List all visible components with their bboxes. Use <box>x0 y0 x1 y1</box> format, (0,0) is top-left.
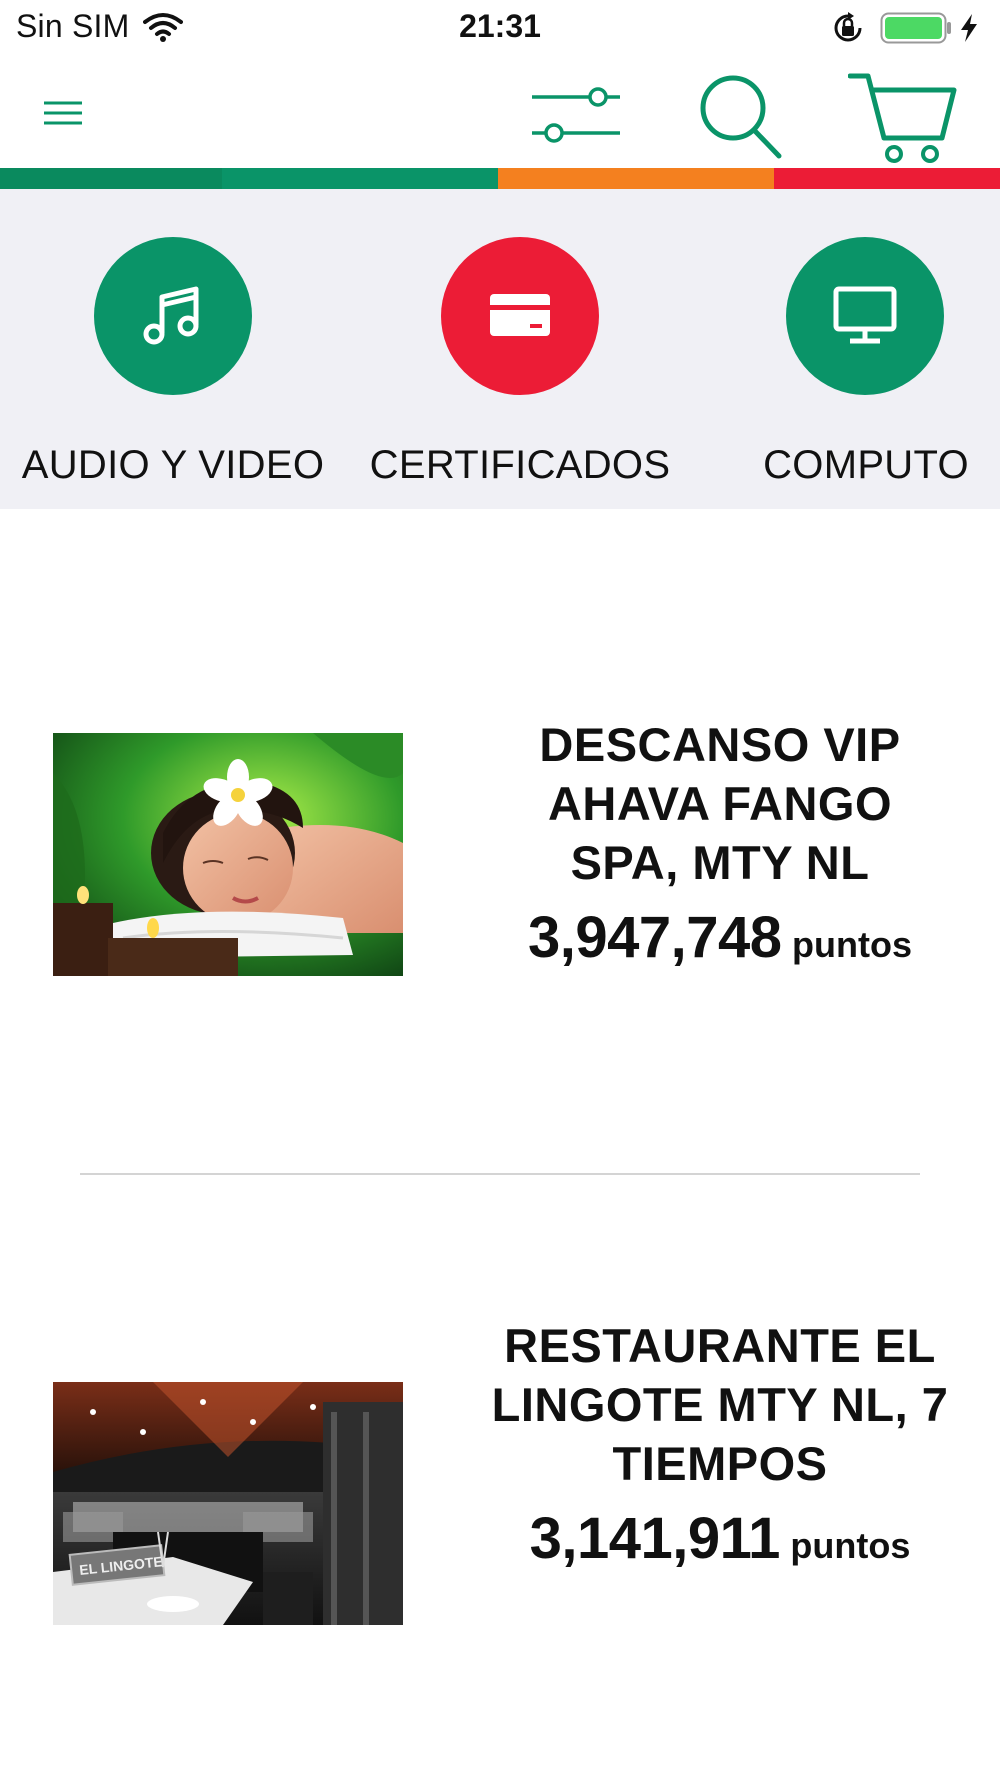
product-price: 3,947,748 puntos <box>490 904 950 971</box>
category-certificados[interactable]: CERTIFICADOS <box>350 189 690 509</box>
price-unit: puntos <box>790 1525 911 1566</box>
price-points: 3,141,911 <box>529 1506 781 1571</box>
brand-color-bar <box>0 168 1000 189</box>
product-title: RESTAURANTE EL LINGOTE MTY NL, 7 TIEMPOS <box>491 1319 949 1490</box>
category-carousel: AUDIO Y VIDEO CERTIFICADOS COMPUTO <box>0 189 1000 509</box>
orientation-lock-icon <box>834 12 862 42</box>
category-audio-y-video[interactable]: AUDIO Y VIDEO <box>3 189 343 509</box>
credit-card-icon <box>490 294 550 336</box>
category-computo[interactable]: COMPUTO <box>696 189 1000 509</box>
price-points: 3,947,748 <box>528 905 782 970</box>
product-info: RESTAURANTE EL LINGOTE MTY NL, 7 TIEMPOS… <box>490 1316 950 1572</box>
category-label: COMPUTO <box>763 443 969 487</box>
status-bar: Sin SIM 21:31 <box>0 0 1000 56</box>
category-circle <box>786 237 944 395</box>
color-bar-segment <box>774 168 1000 189</box>
filter-button[interactable] <box>530 81 630 151</box>
search-icon <box>700 75 782 159</box>
color-bar-segment <box>222 168 498 189</box>
spa-photo <box>53 733 403 976</box>
monitor-icon <box>833 286 897 344</box>
product-title: DESCANSO VIP AHAVA FANGO SPA, MTY NL <box>539 718 901 889</box>
menu-button[interactable] <box>40 94 88 138</box>
charging-bolt-icon <box>961 14 977 42</box>
filter-sliders-icon <box>532 87 620 143</box>
product-info: DESCANSO VIP AHAVA FANGO SPA, MTY NL 3,9… <box>490 715 950 971</box>
hamburger-menu-icon <box>44 101 82 125</box>
cart-button[interactable] <box>847 68 960 168</box>
list-divider <box>80 1173 920 1175</box>
category-label: AUDIO Y VIDEO <box>21 443 325 487</box>
product-image-restaurant: EL LINGOTE <box>53 1382 403 1625</box>
category-circle <box>441 237 599 395</box>
product-card[interactable]: DESCANSO VIP AHAVA FANGO SPA, MTY NL 3,9… <box>0 700 1000 1030</box>
battery-icon <box>880 12 951 44</box>
search-button[interactable] <box>695 68 785 163</box>
product-image-spa <box>53 733 403 976</box>
shopping-cart-icon <box>847 73 957 163</box>
color-bar-segment <box>0 168 222 189</box>
color-bar-segment <box>498 168 774 189</box>
restaurant-photo: EL LINGOTE <box>53 1382 403 1625</box>
product-price: 3,141,911 puntos <box>490 1505 950 1572</box>
product-card[interactable]: EL LINGOTE RESTAURANTE EL LINGOTE MTY NL… <box>0 1310 1000 1690</box>
price-unit: puntos <box>792 924 912 965</box>
music-note-icon <box>143 286 199 345</box>
category-circle <box>94 237 252 395</box>
top-nav-bar <box>0 56 1000 166</box>
category-label: CERTIFICADOS <box>369 443 671 487</box>
